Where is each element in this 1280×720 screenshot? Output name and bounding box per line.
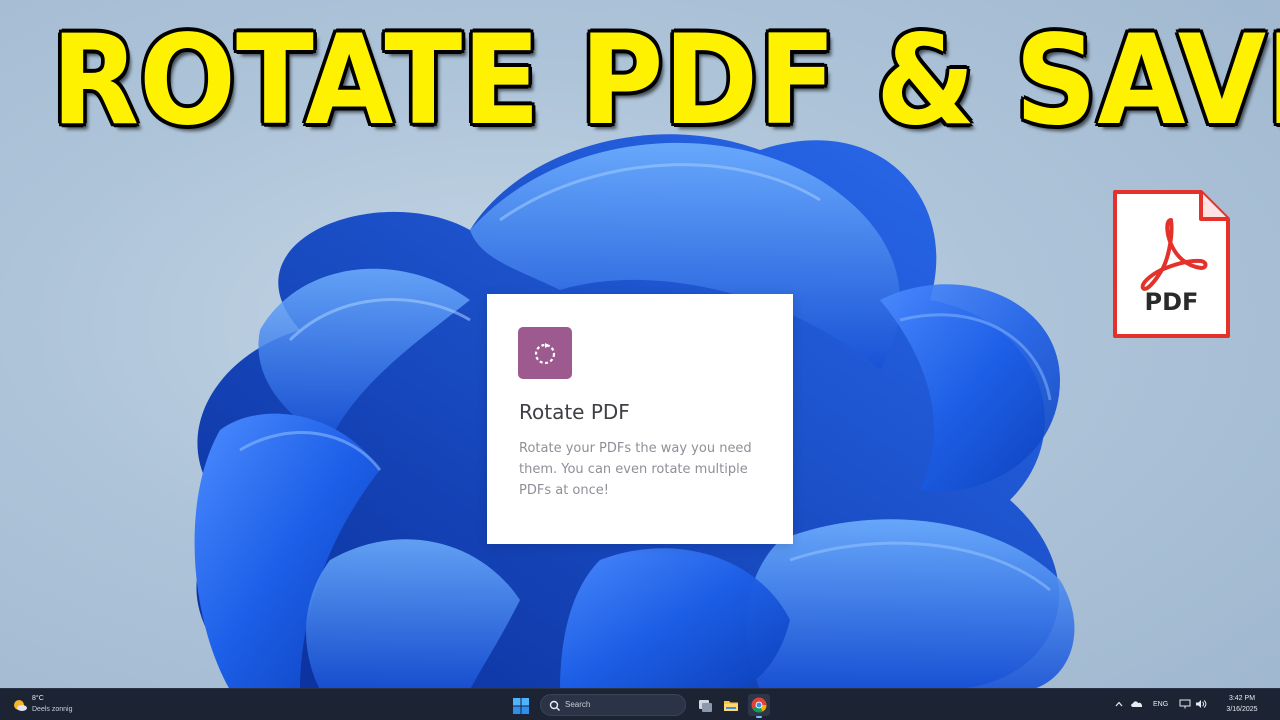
language-indicator[interactable]: ENG [1153,701,1168,708]
headline-title: ROTATE PDF & SAVE [51,9,1280,153]
start-button[interactable] [510,695,532,717]
task-view-icon[interactable] [694,694,716,716]
weather-condition: Deels zonnig [32,706,73,713]
clock-date: 3/16/2025 [1226,706,1258,713]
network-icon[interactable] [1179,699,1191,709]
card-description: Rotate your PDFs the way you need them. … [519,441,752,498]
card-title: Rotate PDF [519,400,630,424]
taskbar: 8°C Deels zonnig Search ENG 3:42 PM 3/16… [0,688,1280,720]
search-icon [549,700,560,711]
weather-temp: 8°C [32,695,44,702]
search-placeholder: Search [565,700,591,709]
taskbar-search[interactable]: Search [540,694,686,716]
partly-sunny-icon [14,700,27,711]
windows-icon [513,698,529,714]
file-explorer-icon[interactable] [720,694,742,716]
rotate-pdf-card[interactable]: Rotate PDF Rotate your PDFs the way you … [487,294,793,544]
pdf-label: PDF [1144,288,1199,316]
system-tray: ENG 3:42 PM 3/16/2025 [1110,689,1280,720]
clock-time: 3:42 PM [1228,695,1256,702]
rotate-icon [518,327,572,379]
onedrive-icon[interactable] [1130,699,1144,709]
chevron-up-icon[interactable] [1114,699,1124,709]
chrome-icon[interactable] [748,694,770,718]
volume-icon[interactable] [1195,699,1207,709]
pdf-file-icon: PDF [1111,188,1232,340]
